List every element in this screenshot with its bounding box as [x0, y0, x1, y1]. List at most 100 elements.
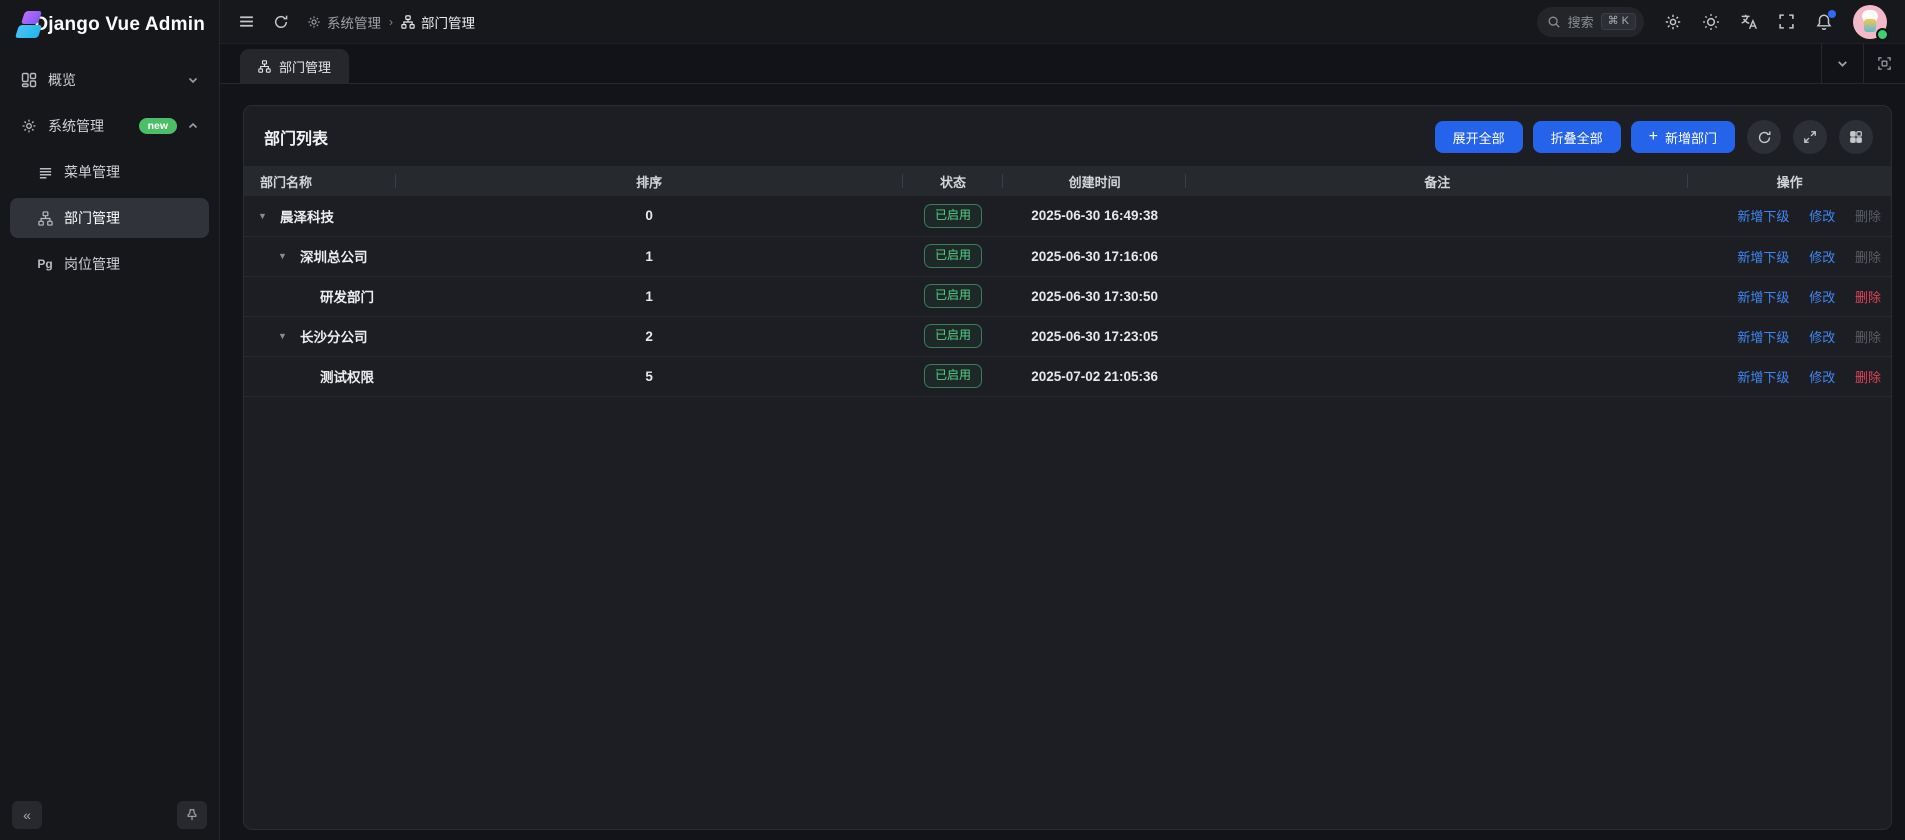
delete-link: 删除: [1855, 250, 1881, 265]
delete-link[interactable]: 删除: [1855, 290, 1881, 305]
collapse-all-button[interactable]: 折叠全部: [1533, 121, 1621, 153]
table-refresh-icon[interactable]: [1747, 120, 1781, 154]
topbar: 系统管理 › 部门管理 搜索 ⌘ K: [220, 0, 1905, 44]
status-badge: 已启用: [924, 324, 982, 348]
content-maximize-icon[interactable]: [1863, 44, 1905, 83]
sidebar-item-department-management[interactable]: 部门管理: [10, 198, 209, 238]
search-placeholder: 搜索: [1568, 12, 1594, 31]
sidebar-item-label: 菜单管理: [64, 162, 120, 182]
add-child-link[interactable]: 新增下级: [1737, 290, 1789, 305]
department-name: 研发部门: [320, 286, 374, 306]
sort-value: 2: [645, 329, 653, 344]
sitemap-icon: [258, 60, 271, 73]
content-area: 部门列表 展开全部 折叠全部 + 新增部门: [220, 84, 1905, 840]
status-badge: 已启用: [924, 284, 982, 308]
sidebar-item-label: 系统管理: [48, 116, 104, 136]
column-header-sort: 排序: [396, 166, 903, 196]
table-row: ▼ 深圳总公司 1 已启用 2025-06-30 17:16:06 新增下级 修…: [244, 236, 1891, 276]
sidebar-collapse-button[interactable]: «: [12, 801, 42, 829]
status-badge: 已启用: [924, 204, 982, 228]
sidebar-item-post-management[interactable]: Pg 岗位管理: [10, 244, 209, 284]
app-logo-row[interactable]: Django Vue Admin: [0, 0, 219, 50]
edit-link[interactable]: 修改: [1809, 290, 1835, 305]
breadcrumb-separator: ›: [389, 15, 393, 29]
tab-label: 部门管理: [279, 57, 331, 76]
add-child-link[interactable]: 新增下级: [1737, 370, 1789, 385]
sidebar-submenu-system: 菜单管理 部门管理 Pg 岗位管理: [10, 152, 209, 284]
search-input[interactable]: 搜索 ⌘ K: [1537, 7, 1644, 37]
user-avatar[interactable]: [1853, 5, 1887, 39]
tab-bar: 部门管理: [220, 44, 1905, 84]
expand-caret-icon[interactable]: ▼: [278, 251, 298, 261]
sitemap-icon: [401, 15, 415, 29]
edit-link[interactable]: 修改: [1809, 209, 1835, 224]
list-icon: [36, 165, 54, 180]
new-badge: new: [139, 118, 177, 135]
notification-bell-icon[interactable]: [1815, 13, 1833, 31]
notification-unread-dot: [1828, 10, 1836, 18]
pg-text-icon: Pg: [36, 257, 54, 271]
column-header-status: 状态: [903, 166, 1003, 196]
add-child-link[interactable]: 新增下级: [1737, 330, 1789, 345]
hamburger-menu-icon[interactable]: [238, 13, 255, 30]
language-translate-icon[interactable]: [1740, 13, 1758, 31]
expand-caret-icon[interactable]: ▼: [258, 211, 278, 221]
department-name: 晨泽科技: [280, 206, 334, 226]
sidebar-item-label: 岗位管理: [64, 254, 120, 274]
column-header-name: 部门名称: [244, 166, 396, 196]
page-title: 部门列表: [264, 125, 328, 149]
add-child-link[interactable]: 新增下级: [1737, 209, 1789, 224]
column-header-created: 创建时间: [1003, 166, 1186, 196]
add-department-button[interactable]: + 新增部门: [1631, 121, 1735, 153]
created-time: 2025-06-30 17:30:50: [1031, 289, 1158, 304]
refresh-icon[interactable]: [273, 14, 289, 30]
breadcrumb: 系统管理 › 部门管理: [307, 12, 475, 32]
expand-all-button[interactable]: 展开全部: [1435, 121, 1523, 153]
table-row: 研发部门 1 已启用 2025-06-30 17:30:50 新增下级 修改 删…: [244, 276, 1891, 316]
breadcrumb-item-department[interactable]: 部门管理: [401, 12, 475, 32]
settings-gear-icon[interactable]: [1664, 13, 1682, 31]
chevron-down-icon: [187, 74, 199, 86]
dashboard-icon: [20, 72, 38, 88]
status-badge: 已启用: [924, 364, 982, 388]
panel-header: 部门列表 展开全部 折叠全部 + 新增部门: [244, 106, 1891, 166]
created-time: 2025-07-02 21:05:36: [1031, 369, 1158, 384]
gear-icon: [20, 118, 38, 134]
fullscreen-icon[interactable]: [1778, 13, 1795, 30]
theme-toggle-sun-icon[interactable]: [1702, 13, 1720, 31]
sidebar-item-overview[interactable]: 概览: [10, 60, 209, 100]
sidebar-menu: 概览 系统管理 new: [0, 50, 219, 790]
table-row: 测试权限 5 已启用 2025-07-02 21:05:36 新增下级 修改 删…: [244, 356, 1891, 396]
created-time: 2025-06-30 16:49:38: [1031, 208, 1158, 223]
edit-link[interactable]: 修改: [1809, 250, 1835, 265]
delete-link[interactable]: 删除: [1855, 370, 1881, 385]
sort-value: 5: [645, 369, 653, 384]
edit-link[interactable]: 修改: [1809, 370, 1835, 385]
search-shortcut-badge: ⌘ K: [1601, 13, 1636, 30]
delete-link: 删除: [1855, 209, 1881, 224]
department-name: 测试权限: [320, 366, 374, 386]
sidebar-item-label: 概览: [48, 70, 76, 90]
pin-icon[interactable]: [177, 801, 207, 829]
tabs-dropdown-chevron-icon[interactable]: [1821, 44, 1863, 83]
app-logo-icon: [14, 10, 24, 40]
sidebar-item-system-management[interactable]: 系统管理 new: [10, 106, 209, 146]
sidebar-item-menu-management[interactable]: 菜单管理: [10, 152, 209, 192]
department-name: 长沙分公司: [300, 326, 368, 346]
sidebar-footer: «: [0, 790, 219, 840]
table-fullscreen-icon[interactable]: [1793, 120, 1827, 154]
sidebar: Django Vue Admin 概览: [0, 0, 220, 840]
chevron-up-icon: [187, 120, 199, 132]
breadcrumb-item-system[interactable]: 系统管理: [307, 12, 381, 32]
tab-department-management[interactable]: 部门管理: [240, 49, 349, 83]
app-title: Django Vue Admin: [34, 14, 205, 36]
plus-icon: +: [1649, 129, 1658, 145]
column-settings-icon[interactable]: [1839, 120, 1873, 154]
table-row: ▼ 长沙分公司 2 已启用 2025-06-30 17:23:05 新增下级 修…: [244, 316, 1891, 356]
edit-link[interactable]: 修改: [1809, 330, 1835, 345]
department-name: 深圳总公司: [300, 246, 368, 266]
expand-caret-icon[interactable]: ▼: [278, 331, 298, 341]
online-status-dot: [1876, 28, 1889, 41]
add-child-link[interactable]: 新增下级: [1737, 250, 1789, 265]
column-header-operations: 操作: [1688, 166, 1891, 196]
